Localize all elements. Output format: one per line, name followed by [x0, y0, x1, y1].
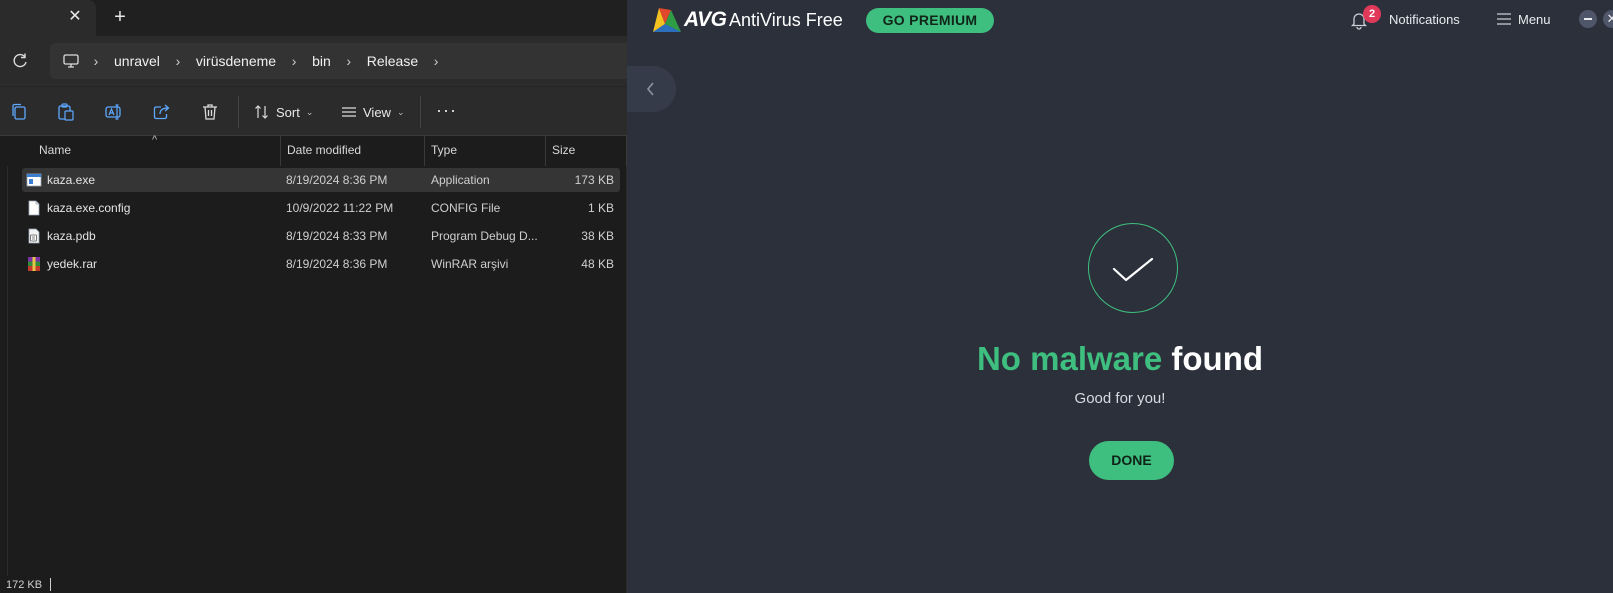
- close-tab-icon[interactable]: ✕: [66, 8, 84, 26]
- chevron-down-icon: ⌄: [396, 106, 405, 117]
- go-premium-button[interactable]: GO PREMIUM: [866, 8, 994, 33]
- file-row[interactable]: kaza.pdb 8/19/2024 8:33 PM Program Debug…: [22, 224, 620, 248]
- file-name: yedek.rar: [47, 257, 98, 271]
- sort-button[interactable]: Sort ⌄: [254, 99, 313, 125]
- rename-icon[interactable]: [104, 102, 124, 122]
- file-date: 8/19/2024 8:36 PM: [286, 257, 388, 271]
- status-separator: [50, 578, 51, 591]
- column-header-size[interactable]: Size: [552, 143, 575, 157]
- hamburger-menu-icon[interactable]: [1497, 13, 1511, 25]
- file-type: Application: [431, 173, 490, 187]
- chevron-right-icon[interactable]: ›: [170, 53, 186, 69]
- avg-antivirus-window: AVG AntiVirus Free GO PREMIUM 2 Notifica…: [627, 0, 1613, 593]
- file-type: WinRAR arşivi: [431, 257, 509, 271]
- file-name: kaza.exe.config: [47, 201, 131, 215]
- chevron-right-icon[interactable]: ›: [428, 53, 444, 69]
- scan-result-headline: No malware found: [627, 340, 1613, 378]
- sort-icon: [255, 105, 268, 119]
- column-divider[interactable]: [545, 136, 546, 166]
- computer-icon[interactable]: [62, 52, 80, 70]
- brand-name: AVG: [684, 8, 727, 31]
- file-name: kaza.exe: [47, 173, 96, 187]
- chevron-right-icon[interactable]: ›: [88, 53, 104, 69]
- column-header-name[interactable]: Name: [39, 143, 71, 157]
- selection-size: 172 KB: [6, 579, 43, 591]
- view-icon: [342, 107, 356, 117]
- winrar-archive-icon: [28, 257, 40, 271]
- refresh-icon[interactable]: [10, 51, 30, 71]
- file-date: 8/19/2024 8:33 PM: [286, 229, 388, 243]
- explorer-tab[interactable]: ✕: [0, 0, 96, 36]
- debug-file-icon: [28, 228, 40, 244]
- avg-logo: [653, 8, 681, 32]
- delete-icon[interactable]: [200, 102, 220, 122]
- copy-icon[interactable]: [9, 102, 29, 122]
- notifications-button[interactable]: Notifications: [1389, 12, 1460, 27]
- file-row[interactable]: kaza.exe.config 10/9/2022 11:22 PM CONFI…: [22, 196, 620, 220]
- paste-icon[interactable]: [56, 102, 76, 122]
- product-name: AntiVirus Free: [729, 10, 843, 30]
- application-icon: [26, 173, 42, 187]
- breadcrumb-item-release[interactable]: Release: [357, 53, 428, 69]
- navigation-pane-edge: [0, 166, 8, 576]
- breadcrumb: › unravel › virüsdeneme › bin › Release …: [62, 43, 444, 79]
- sort-label: Sort: [276, 104, 300, 120]
- view-label: View: [363, 104, 391, 120]
- column-header-date[interactable]: Date modified: [287, 143, 361, 157]
- file-date: 8/19/2024 8:36 PM: [286, 173, 388, 187]
- file-date: 10/9/2022 11:22 PM: [286, 201, 394, 215]
- tab-strip: ✕ +: [0, 0, 627, 36]
- column-headers: ^ Name Date modified Type Size: [0, 134, 627, 166]
- new-tab-button[interactable]: +: [110, 7, 130, 27]
- file-size: 48 KB: [581, 257, 614, 271]
- checkmark-icon: [1112, 257, 1153, 281]
- chevron-right-icon[interactable]: ›: [341, 53, 357, 69]
- see-more-button[interactable]: ···: [436, 99, 458, 125]
- menu-button[interactable]: Menu: [1518, 12, 1551, 27]
- notification-count-badge: 2: [1363, 5, 1381, 23]
- column-header-type[interactable]: Type: [431, 143, 457, 157]
- scan-result-subtext: Good for you!: [1074, 390, 1166, 407]
- address-bar[interactable]: › unravel › virüsdeneme › bin › Release …: [50, 43, 630, 79]
- file-size: 1 KB: [587, 201, 614, 215]
- file-type: Program Debug D...: [431, 229, 538, 243]
- minimize-button[interactable]: [1579, 10, 1597, 28]
- success-checkmark: [1088, 223, 1178, 313]
- breadcrumb-item-virusdeneme[interactable]: virüsdeneme: [186, 53, 286, 69]
- share-icon[interactable]: [152, 102, 172, 122]
- back-button[interactable]: [627, 66, 676, 112]
- headline-highlight: No malware: [976, 340, 1163, 377]
- file-row[interactable]: kaza.exe 8/19/2024 8:36 PM Application 1…: [22, 168, 620, 192]
- file-type: CONFIG File: [431, 201, 501, 215]
- column-divider[interactable]: [424, 136, 425, 166]
- toolbar-divider: [420, 96, 421, 128]
- headline-rest: found: [1171, 340, 1264, 377]
- chevron-down-icon: ⌄: [305, 106, 314, 117]
- column-divider[interactable]: [280, 136, 281, 166]
- sort-ascending-icon: ^: [152, 134, 158, 146]
- document-icon: [28, 200, 40, 216]
- status-bar: 172 KB: [0, 576, 627, 593]
- breadcrumb-item-unravel[interactable]: unravel: [104, 53, 170, 69]
- command-bar: Sort ⌄ View ⌄ ···: [0, 86, 627, 136]
- file-explorer-window: ✕ + › unravel › virüsdeneme › bin › Rele…: [0, 0, 630, 593]
- chevron-left-icon: [646, 82, 654, 96]
- address-row: › unravel › virüsdeneme › bin › Release …: [0, 36, 630, 86]
- close-window-button[interactable]: ✕: [1603, 10, 1613, 28]
- file-name: kaza.pdb: [47, 229, 96, 243]
- view-button[interactable]: View ⌄: [341, 99, 405, 125]
- toolbar-divider: [238, 96, 239, 128]
- done-button[interactable]: DONE: [1089, 441, 1174, 480]
- breadcrumb-item-bin[interactable]: bin: [302, 53, 341, 69]
- chevron-right-icon[interactable]: ›: [286, 53, 302, 69]
- file-row[interactable]: yedek.rar 8/19/2024 8:36 PM WinRAR arşiv…: [22, 252, 620, 276]
- file-size: 173 KB: [574, 173, 614, 187]
- file-size: 38 KB: [581, 229, 614, 243]
